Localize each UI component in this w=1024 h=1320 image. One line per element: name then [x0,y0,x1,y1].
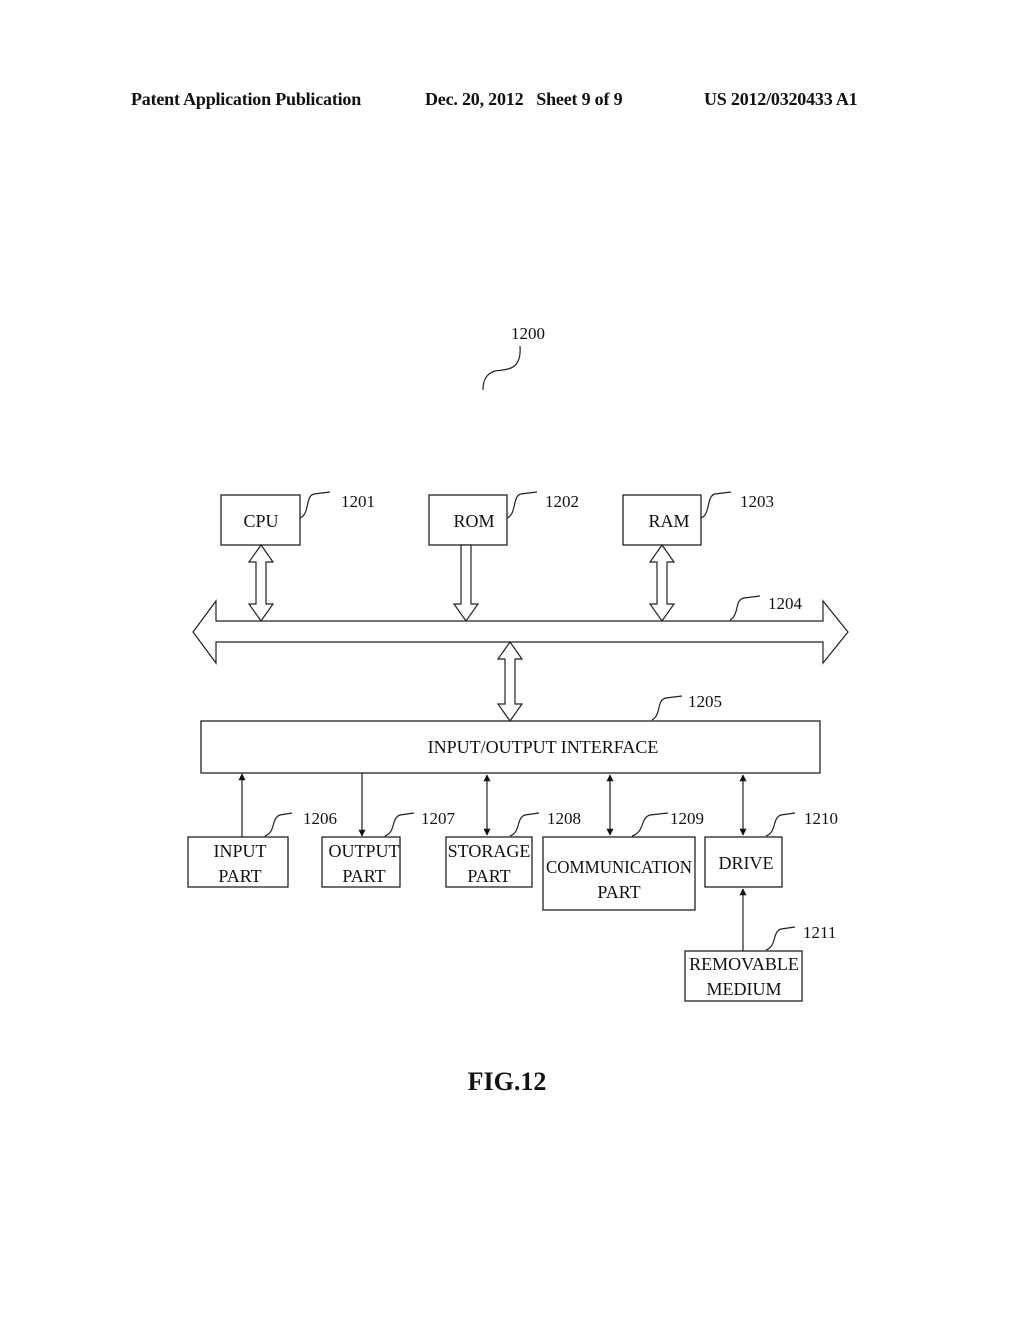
rom-ref: 1202 [545,492,579,511]
input-part-label-1: INPUT [214,841,267,861]
drive-block: DRIVE 1210 [704,774,838,888]
drive-ref-leader [765,812,796,837]
output-part-ref: 1207 [421,809,456,828]
storage-part-label-1: STORAGE [448,841,531,861]
storage-ref-leader [509,812,540,837]
io-interface-ref: 1205 [688,692,722,711]
ram-bus-double-arrow [648,543,676,623]
rom-block: ROM 1202 [428,491,579,546]
system-ref-label: 1200 [511,324,545,343]
drive-label: DRIVE [719,853,774,873]
block-diagram: 1200 CPU 1201 ROM 1202 RAM 1203 1204 INP… [187,324,849,1096]
drive-ref: 1210 [804,809,838,828]
ram-ref-leader [700,491,732,519]
input-part-ref: 1206 [303,809,337,828]
storage-part-label-2: PART [467,866,510,886]
bus-ref-leader [729,595,761,621]
cpu-label: CPU [243,511,278,531]
removable-ref-leader [765,926,796,951]
communication-part-label-2: PART [597,882,640,902]
output-part-label-1: OUTPUT [329,841,400,861]
output-ref-leader [384,812,415,837]
io-interface-label: INPUT/OUTPUT INTERFACE [428,737,659,757]
removable-medium-label-2: MEDIUM [707,979,782,999]
communication-part-ref: 1209 [670,809,704,828]
io-interface-ref-leader [651,695,683,721]
cpu-ref-leader [299,491,331,519]
ram-block: RAM 1203 [622,491,774,546]
input-ref-leader [264,812,293,837]
ram-ref: 1203 [740,492,774,511]
figure-label: FIG.12 [468,1067,547,1096]
removable-medium-block: REMOVABLE MEDIUM 1211 [684,888,836,1002]
communication-part-block: COMMUNICATION PART 1209 [542,774,704,911]
bus-interface-double-arrow [496,640,524,723]
removable-medium-ref: 1211 [803,923,836,942]
cpu-bus-double-arrow [247,543,275,623]
ram-label: RAM [648,511,689,531]
input-part-label-2: PART [218,866,261,886]
output-part-block: OUTPUT PART 1207 [321,773,456,888]
communication-part-label-1: COMMUNICATION [546,857,692,877]
bus-ref: 1204 [768,594,803,613]
cpu-block: CPU 1201 [220,491,375,546]
rom-label: ROM [453,511,494,531]
system-bus [192,599,849,665]
system-ref-leader [482,345,521,391]
rom-ref-leader [506,491,538,519]
cpu-ref: 1201 [341,492,375,511]
output-part-label-2: PART [342,866,385,886]
storage-part-ref: 1208 [547,809,581,828]
communication-ref-leader [631,812,669,837]
removable-medium-label-1: REMOVABLE [689,954,799,974]
input-part-block: INPUT PART 1206 [187,773,337,888]
rom-bus-arrow [452,544,480,623]
